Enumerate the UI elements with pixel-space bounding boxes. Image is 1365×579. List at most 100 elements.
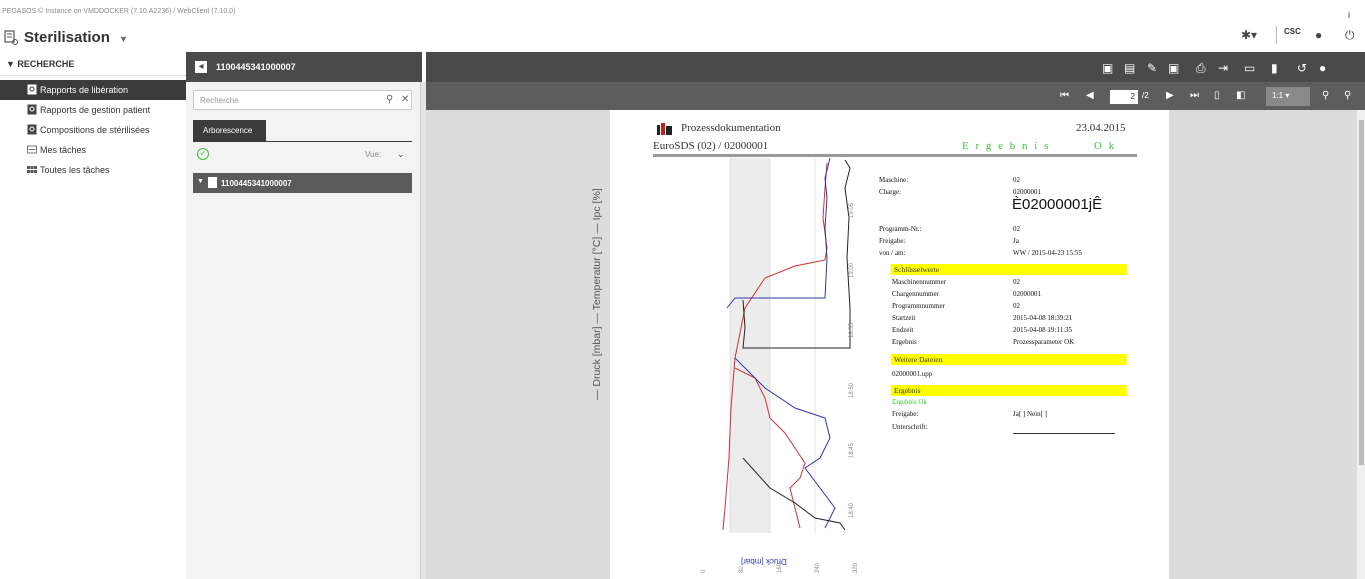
key-value: Prozessparameter OK — [1013, 338, 1075, 346]
single-page-icon[interactable]: ▯ — [1214, 90, 1220, 101]
page-number-input[interactable]: 2 — [1110, 90, 1138, 104]
info-label: von / am: — [879, 249, 906, 257]
nav-item-rapports-liberation[interactable]: Rapports de libération — [0, 80, 186, 100]
expand-icon[interactable]: ▼ — [197, 178, 204, 185]
collapse-icon: ▼ — [6, 59, 18, 69]
document-toolbar: ▣ ▤ ✎ ▣ ⎙ ⇥ ▭ ▮ ↺ ● — [426, 52, 1365, 82]
key-label: Endzeit — [892, 326, 914, 334]
nav-item-rapports-gestion-patient[interactable]: Rapports de gestion patient — [0, 100, 186, 120]
print-icon[interactable]: ⎙ — [1196, 61, 1206, 76]
chevron-down-icon: ▾ — [1285, 91, 1290, 100]
report-search-icon — [27, 104, 37, 115]
time-tick-label: 19:05 — [849, 202, 855, 218]
time-tick-label: 18:50 — [849, 382, 855, 398]
info-label: Charge: — [879, 188, 902, 196]
release-value: Ja[ ] Nein[ ] — [1013, 410, 1048, 418]
top-bar: PEGASOS © Instance on VMDDOCKER (7.10.A2… — [0, 0, 1365, 52]
process-chart: 18:4018:4518:5018:5519:0019:0519:10 0801… — [701, 158, 859, 573]
key-label: Maschinennummer — [892, 278, 947, 286]
document-info-icon[interactable]: ▣ — [1168, 61, 1179, 75]
signature-label: Unterschrift: — [892, 423, 928, 431]
zoom-select[interactable]: 1:1 ▾ — [1266, 87, 1310, 106]
key-value: 02 — [1013, 302, 1020, 310]
two-page-icon[interactable]: ◧ — [1236, 90, 1245, 101]
gear-icon[interactable]: ✱▾ — [1241, 28, 1257, 42]
zoom-out-icon[interactable]: ⚲ — [1344, 90, 1351, 101]
result-ok: O k — [1094, 140, 1117, 152]
pencil-icon[interactable]: ✎ — [1147, 61, 1157, 75]
tree-item[interactable]: ▼ 1100445341000007 — [193, 173, 412, 193]
first-page-icon[interactable]: ⏮ — [1060, 90, 1069, 101]
chevron-down-icon[interactable]: ▼ — [119, 34, 128, 44]
info-value: 02000001 — [1013, 188, 1041, 196]
instance-info: PEGASOS © Instance on VMDDOCKER (7.10.A2… — [2, 8, 236, 15]
search-icon[interactable]: ⚲ — [386, 94, 393, 105]
document-title: Prozessdokumentation — [681, 122, 781, 134]
pressure-tick-label: 320 — [853, 562, 859, 573]
record-pane: ◂ 1100445341000007 Recherche ⚲ ✕ Arbores… — [186, 52, 422, 579]
nav-item-mes-taches[interactable]: Mes tâches — [0, 140, 186, 160]
document-icon[interactable]: ▣ — [1102, 61, 1113, 75]
previous-page-icon[interactable]: ◀ — [1086, 90, 1094, 101]
pdf-file-icon — [208, 177, 217, 188]
history-icon[interactable]: ↺ — [1297, 61, 1307, 75]
info-value: WW / 2015-04-23 15:55 — [1013, 249, 1082, 257]
key-value: 2015-04-08 18:39:21 — [1013, 314, 1073, 322]
tab-underline — [193, 141, 412, 142]
file-name: 02000001.upp — [892, 370, 933, 378]
next-page-icon[interactable]: ▶ — [1166, 90, 1174, 101]
key-label: Chargennummer — [892, 290, 939, 298]
key-label: Programmnummer — [892, 302, 945, 310]
record-id: 1100445341000007 — [216, 62, 296, 72]
zoom-in-icon[interactable]: ⚲ — [1322, 90, 1329, 101]
record-header: ◂ 1100445341000007 — [186, 52, 422, 82]
view-label: Vue: — [365, 150, 382, 159]
tab-arborescence[interactable]: Arborescence — [193, 120, 266, 141]
key-value: 02000001 — [1013, 290, 1041, 298]
window-icon[interactable]: ▭ — [1244, 61, 1255, 75]
release-label: Freigabe: — [892, 410, 919, 418]
company-logo — [657, 122, 673, 135]
view-row: ✓ Vue: ⌄ — [193, 146, 412, 166]
grid-icon — [27, 166, 37, 173]
key-value: 02 — [1013, 278, 1020, 286]
search-input[interactable]: Recherche ⚲ ✕ — [193, 90, 412, 110]
sterilisation-app-icon — [4, 30, 18, 45]
nav-item-compositions-sterilisees[interactable]: Compositions de stérilisées — [0, 120, 186, 140]
scrollbar-thumb[interactable] — [1359, 120, 1364, 465]
section-weitere-dateien: Weitere Dateien — [891, 354, 1127, 365]
chevron-down-icon[interactable]: ⌄ — [397, 149, 405, 160]
barcode: È02000001jÊ — [1012, 196, 1103, 213]
app-title[interactable]: Sterilisation — [24, 29, 110, 46]
time-tick-label: 19:00 — [849, 262, 855, 278]
info-label: Freigabe: — [879, 237, 906, 245]
user-icon[interactable]: ● — [1319, 61, 1326, 75]
info-value: Ja — [1013, 237, 1019, 245]
left-navigation: ▼ RECHERCHE Rapports de libération Rappo… — [0, 52, 186, 579]
time-tick-label: 18:45 — [849, 442, 855, 458]
section-schluesselwerte: Schlüsselwerte — [891, 264, 1127, 275]
trash-icon[interactable]: ▮ — [1271, 61, 1278, 75]
clipboard-icon[interactable]: ▤ — [1124, 61, 1135, 75]
info-label: Maschine: — [879, 176, 909, 184]
report-search-icon — [27, 84, 37, 95]
recherche-section-header[interactable]: ▼ RECHERCHE — [0, 52, 186, 76]
user-icon[interactable]: ● — [1315, 28, 1322, 42]
info-label: Programm-Nr.: — [879, 225, 922, 233]
back-icon[interactable]: ◂ — [195, 61, 207, 73]
close-icon[interactable]: ✕ — [401, 94, 409, 105]
check-circle-icon[interactable]: ✓ — [197, 148, 209, 160]
power-icon[interactable]: ⏻ — [1345, 28, 1355, 43]
info-icon[interactable]: i — [1348, 10, 1350, 20]
result-line: Ergebnis Ok — [892, 398, 928, 406]
page-total: /2 — [1142, 91, 1149, 100]
signature-line — [1013, 433, 1115, 434]
task-list-icon — [27, 145, 37, 154]
key-label: Startzeit — [892, 314, 916, 322]
last-page-icon[interactable]: ⏭ — [1190, 90, 1199, 101]
nav-item-toutes-taches[interactable]: Toutes les tâches — [0, 160, 186, 180]
chart-bottom-label: Druck [mbar] — [741, 557, 787, 566]
info-value: 02 — [1013, 225, 1020, 233]
time-tick-label: 18:55 — [849, 322, 855, 338]
export-icon[interactable]: ⇥ — [1218, 61, 1228, 75]
